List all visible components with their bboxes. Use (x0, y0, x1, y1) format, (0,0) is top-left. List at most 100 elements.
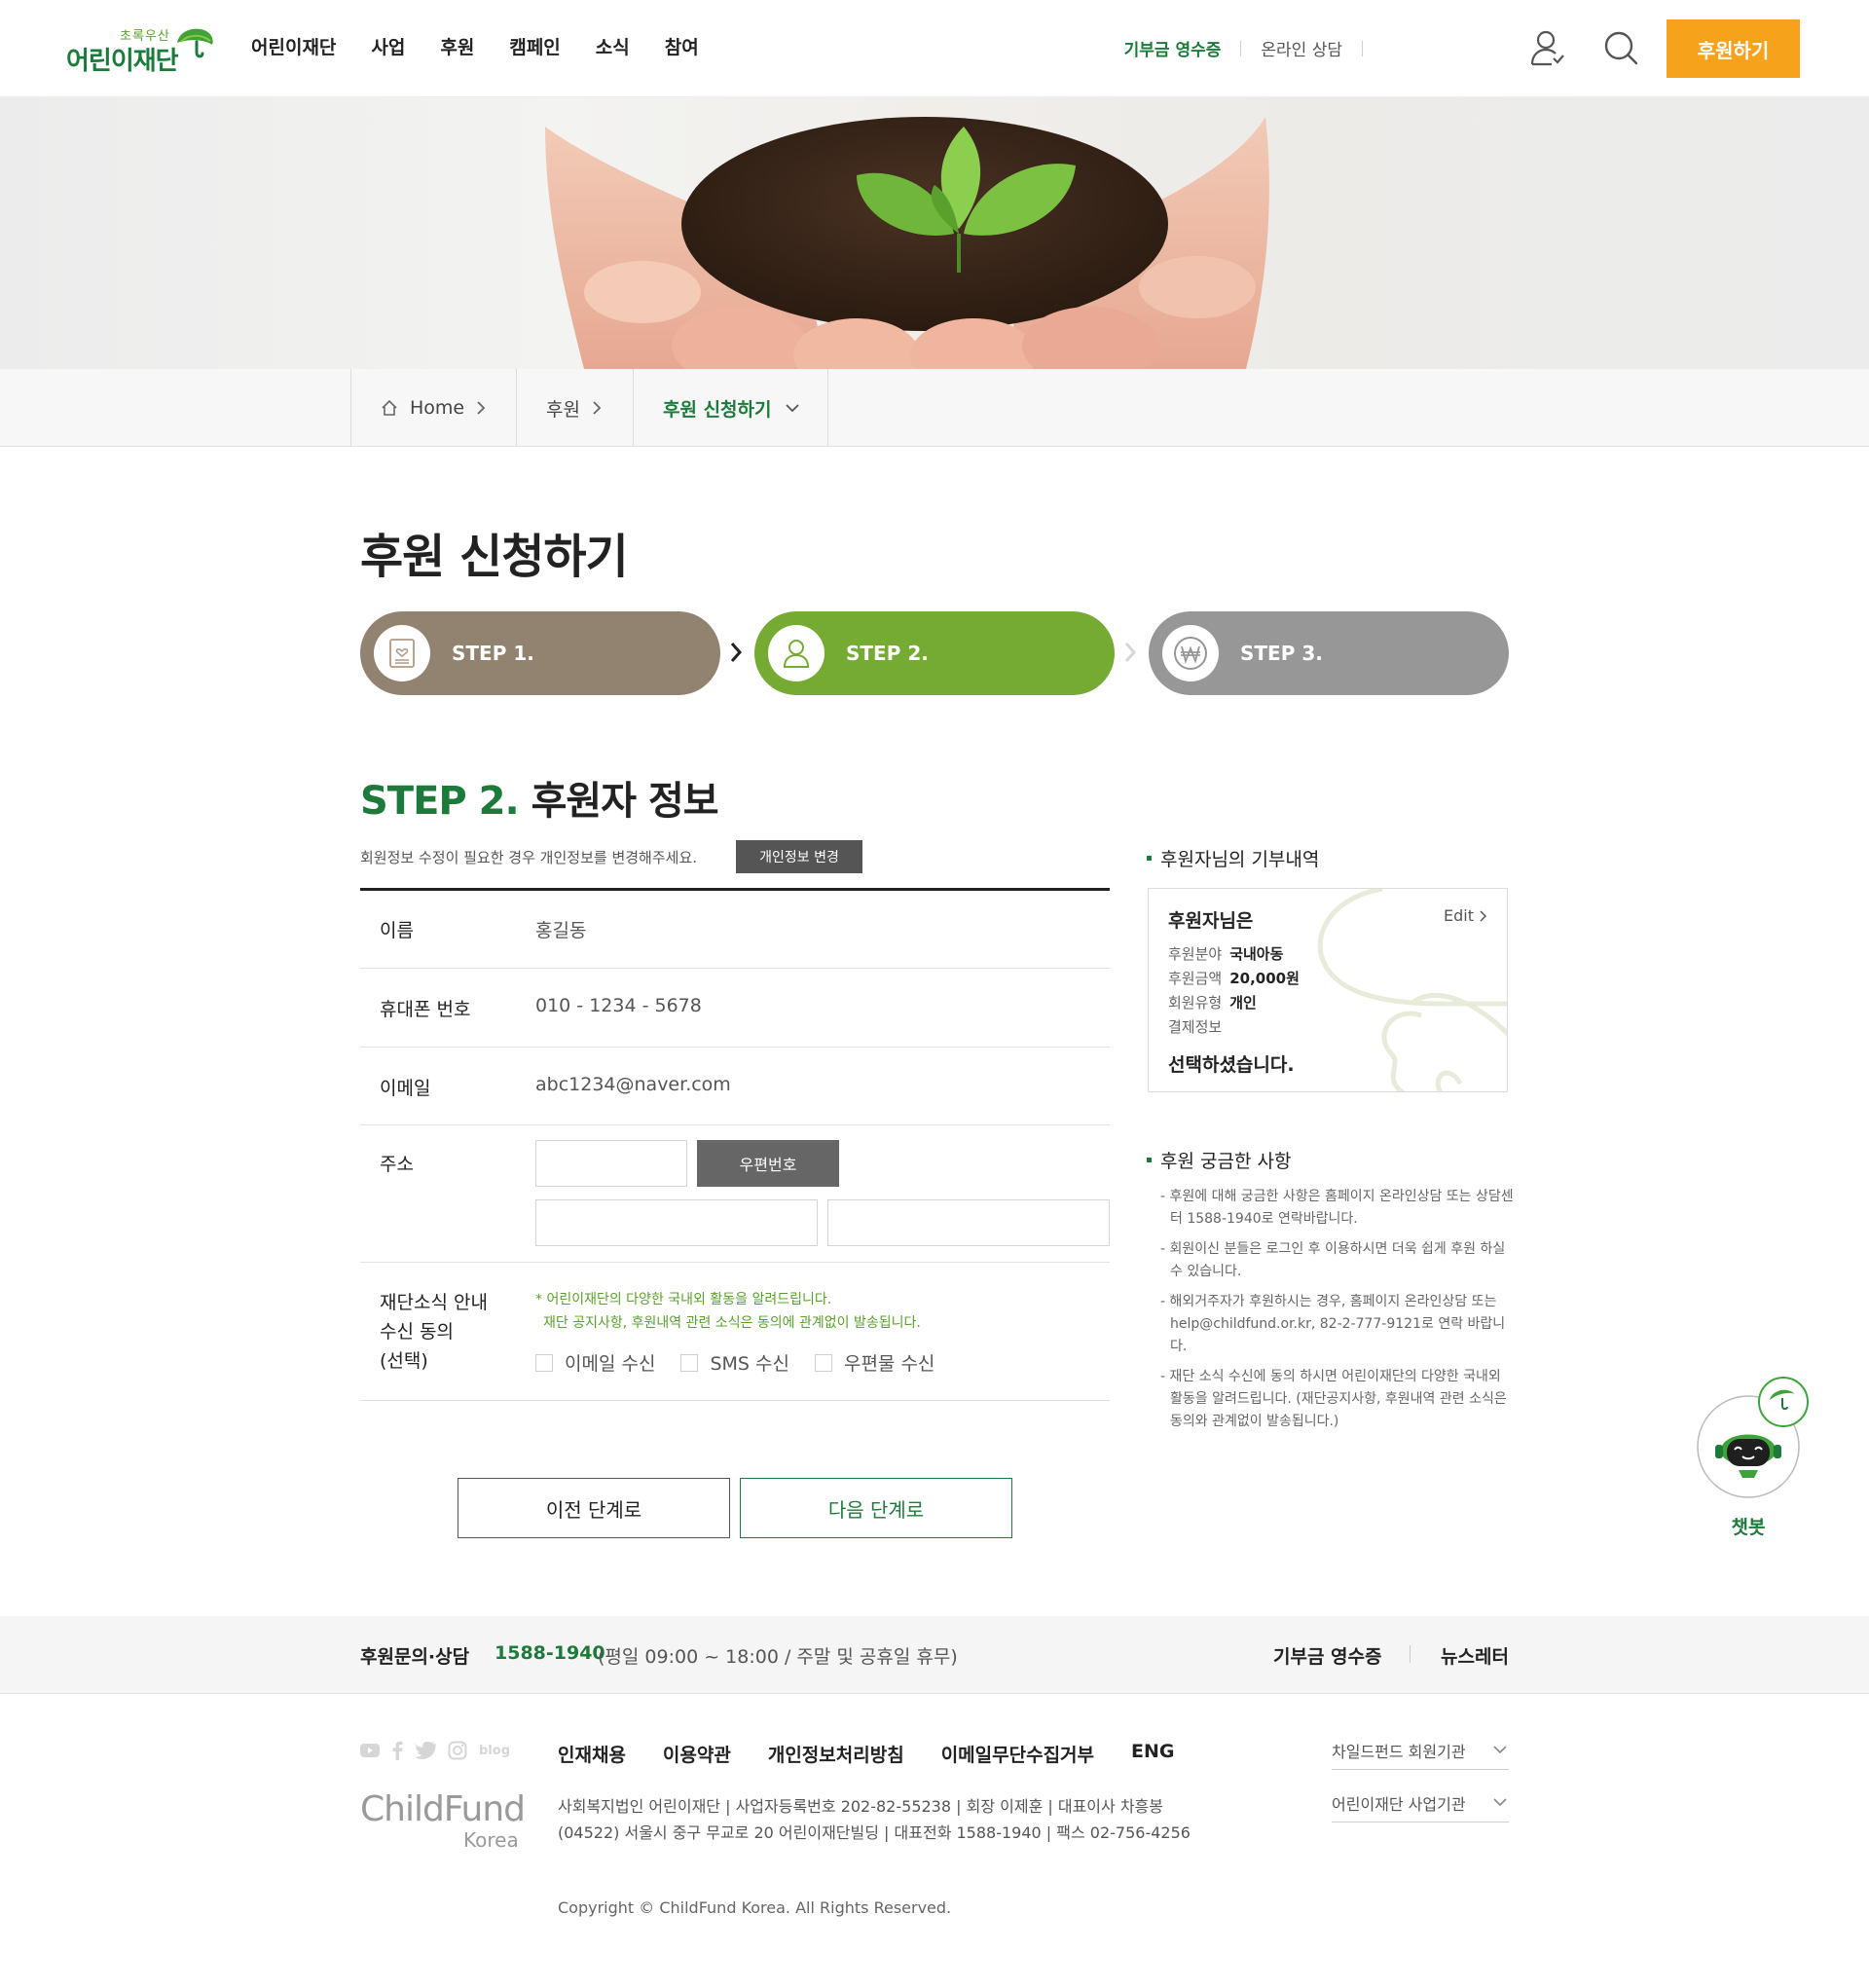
hands-with-sprout-image (545, 117, 1269, 369)
sns-links: blog (360, 1741, 510, 1760)
facebook-icon[interactable] (391, 1741, 403, 1760)
step-3-label: STEP 3. (1240, 642, 1323, 665)
change-personal-info-button[interactable]: 개인정보 변경 (736, 840, 862, 873)
donate-button[interactable]: 후원하기 (1667, 19, 1800, 78)
chevron-down-icon (1493, 1746, 1507, 1754)
chatbot-button[interactable]: 챗봇 (1694, 1375, 1811, 1550)
contact-title: 후원문의·상담 (360, 1646, 470, 1668)
youtube-icon[interactable] (360, 1743, 380, 1758)
logo-text: 어린이재단 (66, 47, 179, 76)
consent-label-line3: (선택) (380, 1350, 428, 1372)
summary-title: 후원자님은 (1168, 910, 1254, 932)
nav-item-donation[interactable]: 후원 (440, 33, 474, 59)
bullet-icon (1147, 856, 1152, 861)
chevron-right-icon (477, 401, 486, 415)
nav-item-foundation[interactable]: 어린이재단 (251, 33, 336, 59)
footer-link-english[interactable]: ENG (1131, 1741, 1174, 1767)
contact-bar: 후원문의·상담 1588-1940 (평일 09:00 ~ 18:00 / 주말… (0, 1616, 1869, 1694)
member-org-select[interactable]: 차일드펀드 회원기관 (1332, 1735, 1509, 1770)
name-value: 홍길동 (535, 920, 587, 941)
contact-hours: (평일 09:00 ~ 18:00 / 주말 및 공휴일 휴무) (598, 1646, 958, 1668)
nav-item-news[interactable]: 소식 (596, 33, 630, 59)
step-1-label: STEP 1. (452, 642, 534, 665)
breadcrumb-home[interactable]: Home (350, 369, 516, 447)
address-line2-input[interactable] (827, 1199, 1110, 1246)
document-heart-icon (389, 639, 415, 668)
step-3-indicator: STEP 3. (1149, 611, 1509, 695)
footer-link-terms[interactable]: 이용약관 (663, 1741, 731, 1767)
consent-label-line1: 재단소식 안내 (380, 1292, 488, 1313)
blog-icon[interactable]: blog (479, 1744, 510, 1758)
consult-link[interactable]: 온라인 상담 (1261, 36, 1342, 60)
consent-checkboxes: 이메일 수신 SMS 수신 우편물 수신 (535, 1349, 934, 1376)
my-page-icon[interactable] (1530, 29, 1565, 68)
consent-label-line2: 수신 동의 (380, 1321, 454, 1343)
form-row-phone: 휴대폰 번호 010 - 1234 - 5678 (360, 969, 1110, 1048)
newsletter-link[interactable]: 뉴스레터 (1441, 1642, 1509, 1669)
breadcrumb-donation[interactable]: 후원 (516, 369, 633, 447)
nav-item-business[interactable]: 사업 (371, 33, 405, 59)
email-consent-checkbox[interactable]: 이메일 수신 (535, 1349, 655, 1376)
summary-row-payment: 결제정보 (1168, 1016, 1229, 1037)
footer-receipt-link[interactable]: 기부금 영수증 (1273, 1642, 1382, 1669)
consent-notice: * 어린이재단의 다양한 국내외 활동을 알려드립니다. 재단 공지사항, 후원… (535, 1288, 921, 1335)
nav-item-campaign[interactable]: 캠페인 (509, 33, 560, 59)
phone-label: 휴대폰 번호 (380, 999, 471, 1020)
info-note: 회원정보 수정이 필요한 경우 개인정보를 변경해주세요. (360, 849, 698, 866)
summary-key: 결제정보 (1168, 1018, 1223, 1036)
section-step-label: STEP 2. (360, 779, 520, 824)
instagram-icon[interactable] (448, 1741, 467, 1760)
divider (1240, 40, 1242, 56)
site-logo[interactable]: 초록우산 어린이재단 (66, 25, 213, 76)
faq-title: 후원 궁금한 사항 (1160, 1151, 1292, 1172)
previous-step-button[interactable]: 이전 단계로 (458, 1478, 730, 1538)
step-1-indicator: STEP 1. (360, 611, 720, 695)
zipcode-input[interactable] (535, 1140, 687, 1187)
edit-summary-link[interactable]: Edit (1444, 906, 1487, 925)
faq-item: - 해외거주자가 후원하시는 경우, 홈페이지 온라인상담 또는 help@ch… (1160, 1294, 1506, 1354)
footer-link-email-refusal[interactable]: 이메일무단수집거부 (941, 1741, 1094, 1767)
consent-label: 재단소식 안내 수신 동의 (선택) (380, 1288, 488, 1376)
form-row-name: 이름 홍길동 (360, 891, 1110, 969)
twitter-icon[interactable] (415, 1742, 436, 1759)
edit-label: Edit (1444, 906, 1474, 925)
form-row-address: 주소 우편번호 (360, 1125, 1110, 1263)
faq-item: - 회원이신 분들은 로그인 후 이용하시면 더욱 쉽게 후원 하실 수 있습니… (1160, 1241, 1506, 1279)
divider (1410, 1645, 1411, 1663)
summary-value: 20,000원 (1229, 970, 1300, 987)
search-icon[interactable] (1602, 29, 1639, 66)
email-label: 이메일 (380, 1078, 431, 1099)
form-row-email: 이메일 abc1234@naver.com (360, 1048, 1110, 1125)
nav-item-participation[interactable]: 참여 (665, 33, 699, 59)
faq-list: - 후원에 대해 궁금한 사항은 홈페이지 온라인상담 또는 상담센터 1588… (1156, 1186, 1517, 1441)
checkbox-box[interactable] (680, 1353, 699, 1372)
next-step-button[interactable]: 다음 단계로 (740, 1478, 1012, 1538)
summary-key: 후원금액 (1168, 970, 1223, 987)
address-line1-input[interactable] (535, 1199, 818, 1246)
business-org-select[interactable]: 어린이재단 사업기관 (1332, 1787, 1509, 1822)
chevron-right-icon (1480, 909, 1487, 922)
main-nav: 어린이재단 사업 후원 캠페인 소식 참여 (251, 33, 699, 59)
summary-row-member-type: 회원유형 개인 (1168, 992, 1257, 1012)
chevron-down-icon (785, 404, 799, 413)
email-consent-label: 이메일 수신 (565, 1353, 656, 1375)
sms-consent-checkbox[interactable]: SMS 수신 (680, 1349, 789, 1376)
breadcrumb-home-label: Home (410, 397, 465, 419)
section-title: STEP 2. 후원자 정보 (360, 769, 719, 826)
breadcrumb: Home 후원 후원 신청하기 (0, 369, 1869, 447)
mail-consent-checkbox[interactable]: 우편물 수신 (814, 1349, 934, 1376)
checkbox-box[interactable] (535, 1353, 553, 1372)
donor-info-form: 이름 홍길동 휴대폰 번호 010 - 1234 - 5678 이메일 abc1… (360, 888, 1110, 1401)
summary-value: 개인 (1229, 994, 1257, 1012)
receipt-link[interactable]: 기부금 영수증 (1124, 36, 1222, 60)
footer-link-careers[interactable]: 인재채용 (558, 1741, 626, 1767)
breadcrumb-current-dropdown[interactable]: 후원 신청하기 (633, 369, 828, 447)
consent-notice-line1: * 어린이재단의 다양한 국내외 활동을 알려드립니다. (535, 1292, 832, 1307)
step-2-label: STEP 2. (846, 642, 929, 665)
address-line1: 사회복지법인 어린이재단 | 사업자등록번호 202-82-55238 | 회장… (558, 1797, 1163, 1816)
address-line2: (04522) 서울시 중구 무교로 20 어린이재단빌딩 | 대표전화 158… (558, 1823, 1191, 1842)
zipcode-search-button[interactable]: 우편번호 (697, 1140, 839, 1187)
footer-link-privacy[interactable]: 개인정보처리방침 (768, 1741, 904, 1767)
summary-key: 후원분야 (1168, 945, 1223, 963)
checkbox-box[interactable] (814, 1353, 832, 1372)
